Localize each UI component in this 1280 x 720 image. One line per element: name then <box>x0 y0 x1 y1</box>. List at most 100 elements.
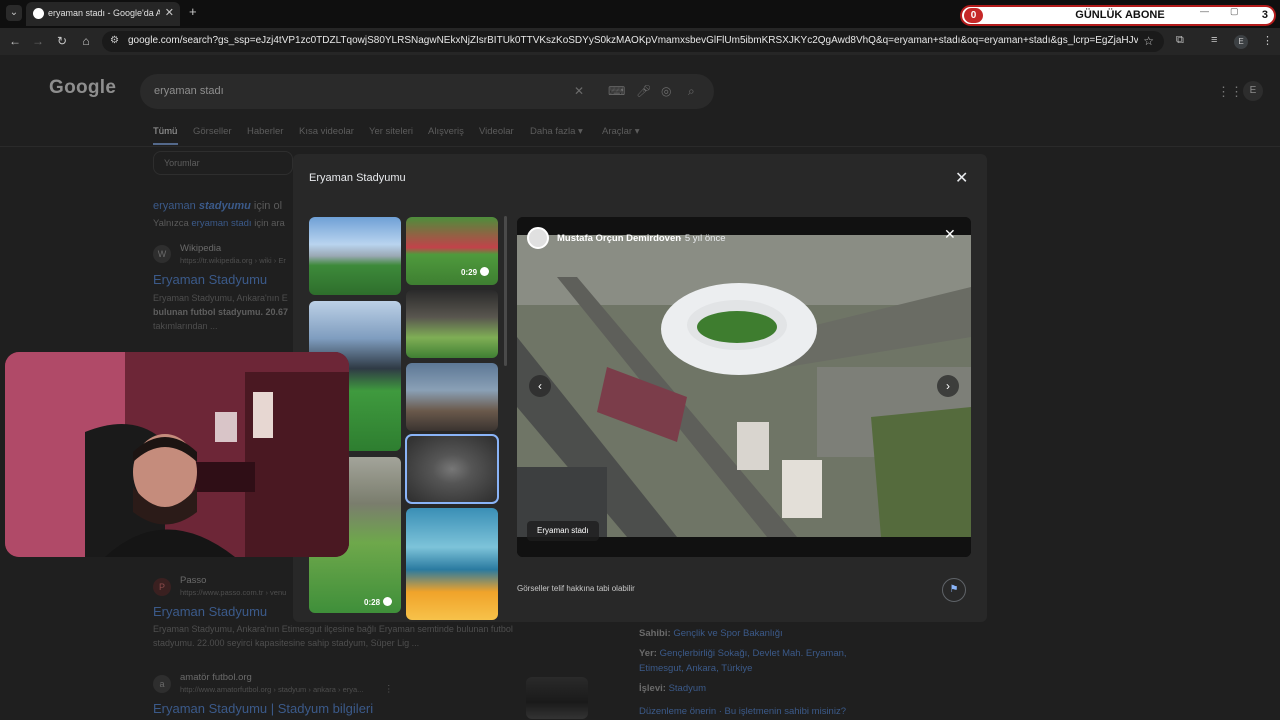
viewer-close-icon[interactable]: ✕ <box>944 226 956 243</box>
tab-all[interactable]: Tümü <box>153 126 177 137</box>
tab-videos[interactable]: Videolar <box>479 126 514 137</box>
tab-close-icon[interactable]: ✕ <box>165 6 174 19</box>
previous-image-arrow-icon[interactable]: ‹ <box>529 375 551 397</box>
thumbnail-aerial-selected[interactable] <box>405 434 499 504</box>
profile-avatar[interactable]: E <box>1234 35 1248 49</box>
google-apps-icon[interactable]: ⋮⋮ <box>1217 84 1243 100</box>
clear-search-icon[interactable]: ✕ <box>574 84 584 98</box>
forward-arrow-icon[interactable]: → <box>31 34 45 48</box>
extensions-icon[interactable]: ⧉ <box>1176 34 1184 47</box>
video-duration: 0:29 <box>461 267 490 277</box>
snippet-line-1: Eryaman Stadyumu, Ankara'nın Etimesgut i… <box>153 624 513 634</box>
author-avatar <box>527 227 549 249</box>
lens-camera-icon[interactable]: ◎ <box>661 84 671 98</box>
kp-function-label: İşlevi: <box>639 683 666 694</box>
kp-function-link[interactable]: Stadyum <box>669 683 707 694</box>
correction-bold: stadyumu <box>198 200 251 212</box>
kp-edit-links[interactable]: Düzenleme önerin · Bu işletmenin sahibi … <box>639 706 846 717</box>
image-viewer: Mustafa Orçun Demirdoven · 5 yıl önce ✕ … <box>517 217 971 557</box>
webcam-overlay <box>5 352 349 557</box>
browser-menu-icon[interactable]: ⋮ <box>1262 34 1273 47</box>
thumbnail-stadium-2[interactable] <box>406 290 498 358</box>
result-title[interactable]: Eryaman Stadyumu | Stadyum bilgileri <box>153 701 373 716</box>
kp-address-line-1[interactable]: Gençlerbirliği Sokağı, Devlet Mah. Eryam… <box>660 648 847 659</box>
play-icon <box>480 267 490 276</box>
result-title[interactable]: Eryaman Stadyumu <box>153 604 267 619</box>
tab-tools[interactable]: Araçlar ▾ <box>602 126 640 137</box>
browser-toolbar: ← → ↻ ⌂ ⚙ google.com/search?gs_ssp=eJzj4… <box>0 28 1280 55</box>
result-source[interactable]: amatör futbol.org <box>180 672 252 683</box>
filter-chip-reviews[interactable]: Yorumlar <box>153 151 293 175</box>
result-url[interactable]: http://www.amatorfutbol.org › stadyum › … <box>180 685 363 694</box>
time-ago-text: 5 yıl önce <box>684 233 726 244</box>
thumbnail-stadium-exterior[interactable] <box>406 363 498 431</box>
maximize-icon[interactable]: ▢ <box>1230 6 1239 17</box>
passo-favicon-icon: P <box>153 578 171 596</box>
modal-close-icon[interactable]: ✕ <box>955 168 968 188</box>
browser-tab-bar: ⌄ eryaman stadı - Google'da Ara ✕ + 0 GÜ… <box>0 0 1280 28</box>
image-age: · 5 yıl önce <box>679 233 725 244</box>
search-instead-line: Yalnızca eryaman stadı için ara <box>153 218 285 229</box>
result-more-icon[interactable]: ⋮ <box>384 684 394 695</box>
search-query[interactable]: eryaman stadı <box>154 85 224 97</box>
thumbnail-video-1[interactable]: 0:29 <box>406 217 498 285</box>
reading-list-icon[interactable]: ≡ <box>1211 34 1217 46</box>
divider <box>0 146 1280 147</box>
kp-owner-link[interactable]: Gençlik ve Spor Bakanlığı <box>673 628 782 639</box>
thumbnail-scrollbar[interactable] <box>504 216 507 366</box>
kp-owner: Sahibi: Gençlik ve Spor Bakanlığı <box>639 628 783 639</box>
instead-link[interactable]: eryaman stadı <box>191 218 251 229</box>
tab-shopping[interactable]: Alışveriş <box>428 126 464 137</box>
search-box[interactable]: eryaman stadı ✕ ⌨ 🎤︎ ◎ ⌕ <box>140 74 714 109</box>
author-name[interactable]: Mustafa Orçun Demirdoven <box>557 233 681 244</box>
new-tab-button[interactable]: + <box>189 4 197 19</box>
video-duration: 0:28 <box>364 597 393 607</box>
search-icon[interactable]: ⌕ <box>688 84 695 99</box>
result-url[interactable]: https://tr.wikipedia.org › wiki › Er <box>180 256 286 265</box>
image-viewer-modal: Eryaman Stadyumu ✕ 0:28 0:29 Mustafa Orç… <box>293 154 987 622</box>
tab-search-chevron-down-icon[interactable]: ⌄ <box>6 5 22 21</box>
google-favicon-icon <box>33 8 44 19</box>
url-text: google.com/search?gs_ssp=eJzj4tVP1zc0TDZ… <box>128 35 1138 46</box>
spelling-correction[interactable]: eryaman stadyumu için ol <box>153 200 282 212</box>
next-image-arrow-icon[interactable]: › <box>937 375 959 397</box>
site-settings-icon[interactable]: ⚙ <box>110 35 119 46</box>
result-source[interactable]: Passo <box>180 575 206 586</box>
amatorfutbol-favicon-icon: a <box>153 675 171 693</box>
separator-dot: · <box>679 233 683 244</box>
bookmark-star-icon[interactable]: ☆ <box>1143 34 1154 48</box>
keyboard-icon[interactable]: ⌨ <box>608 84 625 98</box>
kp-address-line-2[interactable]: Etimesgut, Ankara, Türkiye <box>639 663 752 674</box>
google-logo[interactable]: Google <box>49 77 116 99</box>
microphone-icon[interactable]: 🎤︎ <box>636 84 651 98</box>
thumbnail-indoor-table-tennis[interactable] <box>406 508 498 620</box>
image-caption[interactable]: Eryaman stadı <box>527 521 599 541</box>
reload-icon[interactable]: ↻ <box>55 34 69 48</box>
modal-title: Eryaman Stadyumu <box>309 172 406 184</box>
result-thumbnail[interactable] <box>526 677 588 719</box>
home-icon[interactable]: ⌂ <box>79 34 93 48</box>
back-arrow-icon[interactable]: ← <box>8 34 22 48</box>
result-url[interactable]: https://www.passo.com.tr › venu <box>180 588 286 597</box>
tab-short-videos[interactable]: Kısa videolar <box>299 126 354 137</box>
wikipedia-favicon-icon: W <box>153 245 171 263</box>
thumbnail-stadium-1[interactable] <box>309 217 401 295</box>
chip-label: Yorumlar <box>164 158 200 168</box>
tab-more[interactable]: Daha fazla ▾ <box>530 126 583 137</box>
result-title[interactable]: Eryaman Stadyumu <box>153 272 267 287</box>
tab-title: eryaman stadı - Google'da Ara <box>48 8 160 18</box>
account-avatar[interactable]: E <box>1243 81 1263 101</box>
tab-news[interactable]: Haberler <box>247 126 283 137</box>
browser-tab[interactable]: eryaman stadı - Google'da Ara ✕ <box>26 2 180 26</box>
kp-function: İşlevi: Stadyum <box>639 683 706 694</box>
tab-images[interactable]: Görseller <box>193 126 232 137</box>
result-source[interactable]: Wikipedia <box>180 243 221 254</box>
minimize-icon[interactable]: — <box>1200 6 1209 16</box>
tab-places[interactable]: Yer siteleri <box>369 126 413 137</box>
report-flag-icon[interactable]: ⚑ <box>942 578 966 602</box>
address-bar[interactable]: ⚙ google.com/search?gs_ssp=eJzj4tVP1zc0T… <box>102 31 1164 52</box>
kp-address-label: Yer: <box>639 648 657 659</box>
result-snippet: Eryaman Stadyumu, Ankara'nın Etimesgut i… <box>153 622 583 650</box>
duration-text: 0:28 <box>364 598 381 607</box>
subscriber-counter-overlay: 0 GÜNLÜK ABONE 3 <box>960 5 1276 26</box>
